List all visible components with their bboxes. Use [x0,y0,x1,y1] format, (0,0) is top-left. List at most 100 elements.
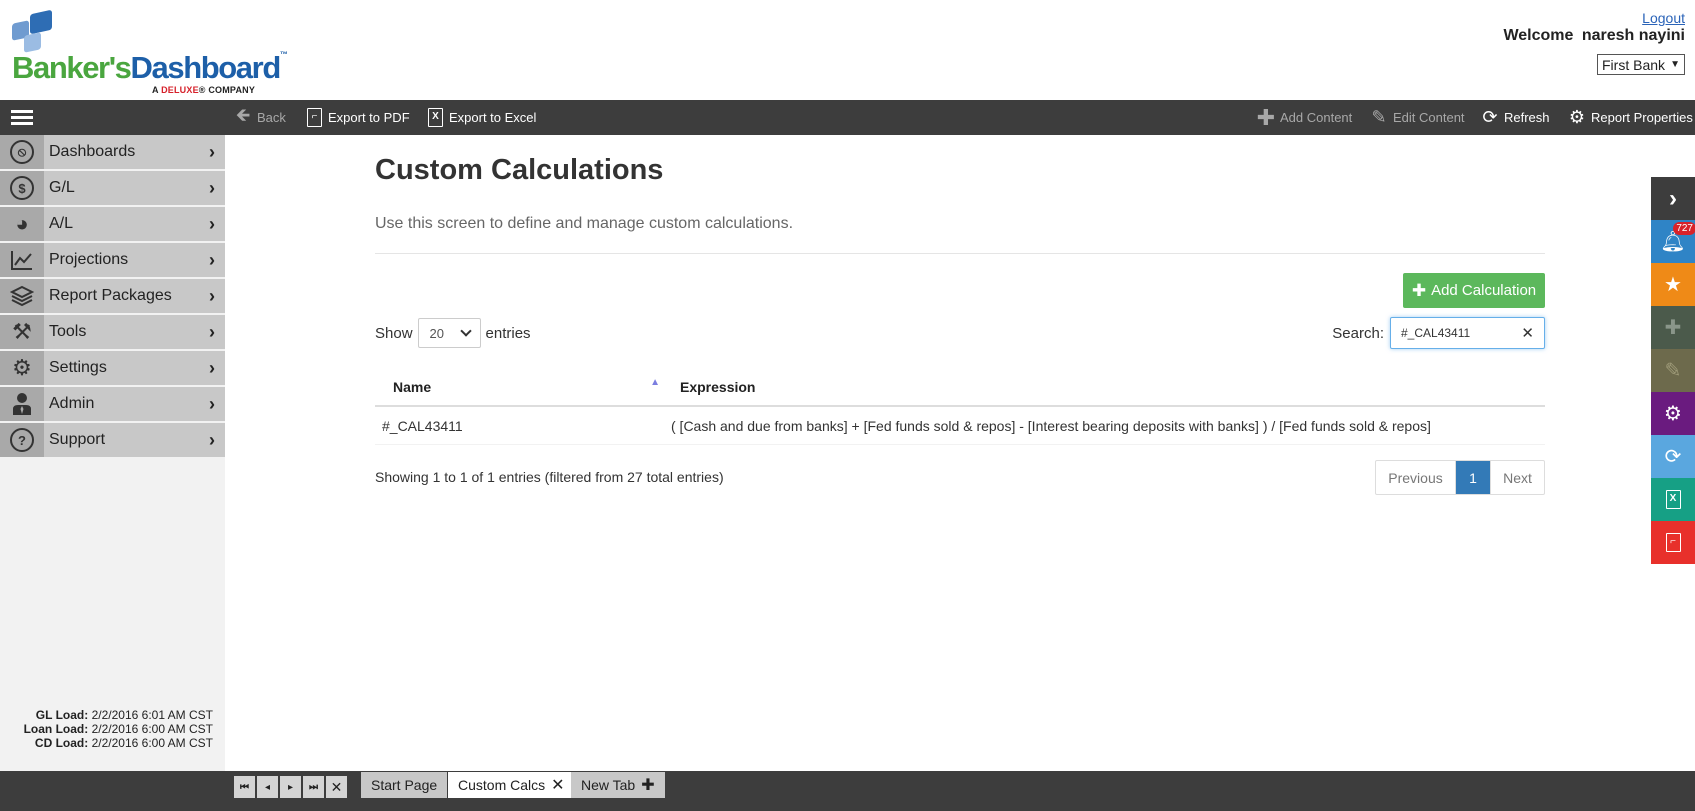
excel-file-icon: X [428,108,443,127]
chevron-right-icon: › [1669,184,1677,212]
right-rail: › 🔔︎ 727 ★ ✚ ✎ ⚙ ⟳ X ⌐ [1651,177,1695,564]
next-page-button[interactable]: Next [1490,461,1544,494]
sidebar-item-report-packages[interactable]: Report Packages › [0,279,225,313]
plus-icon: ✚ [1411,280,1427,300]
table-header: Name ▲ Expression [375,368,1545,407]
app-header: Banker'sDashboard™ A DELUXE® COMPANY Log… [0,0,1695,100]
bankers-dashboard-logo[interactable]: Banker'sDashboard™ A DELUXE® COMPANY [10,8,288,95]
logo-mark-icon [12,9,58,53]
page-length-select[interactable]: 20 [417,318,481,348]
calculations-table: Name ▲ Expression #_CAL43411 ( [Cash and … [375,368,1545,445]
rail-edit-button[interactable]: ✎ [1651,349,1695,392]
sidebar-item-dashboards[interactable]: ⦸ Dashboards › [0,135,225,169]
bank-select[interactable]: First Bank ▼ [1597,54,1685,75]
pie-chart-icon: ◕ [15,211,29,236]
dollar-icon: $ [10,176,34,200]
page-1-button[interactable]: 1 [1456,461,1490,494]
sidebar-item-tools[interactable]: ⚒ Tools › [0,315,225,349]
gl-load: GL Load: 2/2/2016 6:01 AM CST [35,708,213,722]
page-title: Custom Calculations [375,154,664,186]
logo-tagline: A DELUXE® COMPANY [152,85,256,95]
table-search: Search: #_CAL43411 ✕ [1332,317,1545,349]
question-icon: ? [10,428,34,452]
close-all-tabs-icon[interactable]: ✕ [326,776,347,798]
chevron-right-icon: › [209,177,215,198]
add-content-button[interactable]: ✚ Add Content [1256,100,1353,135]
export-pdf-button[interactable]: ⌐ Export to PDF [307,100,410,135]
chevron-right-icon: › [209,285,215,306]
column-header-name[interactable]: Name ▲ [375,368,670,405]
chevron-right-icon: › [209,429,215,450]
menu-icon[interactable] [11,110,33,126]
chevron-down-icon: ▼ [1670,59,1680,70]
sidebar: ⦸ Dashboards › $ G/L › ◕ A/L › Projectio… [0,135,225,771]
previous-page-button[interactable]: Previous [1376,461,1456,494]
refresh-icon: ⟳ [1664,446,1682,468]
sidebar-item-support[interactable]: ? Support › [0,423,225,457]
pencil-icon: ✎ [1664,360,1682,382]
rail-add-button[interactable]: ✚ [1651,306,1695,349]
first-tab-icon[interactable]: ⏮ [234,776,255,798]
user-name: naresh nayini [1581,27,1685,44]
pdf-file-icon: ⌐ [1665,533,1681,552]
back-button[interactable]: 🡸 Back [233,100,286,135]
chevron-right-icon: › [209,357,215,378]
cell-name[interactable]: #_CAL43411 [375,407,670,444]
chevron-right-icon: › [209,249,215,270]
rail-pdf-button[interactable]: ⌐ [1651,521,1695,564]
sidebar-item-projections[interactable]: Projections › [0,243,225,277]
notification-count-badge: 727 [1673,222,1695,235]
add-calculation-button[interactable]: ✚ Add Calculation [1403,273,1545,308]
previous-tab-icon[interactable]: ◂ [257,776,278,798]
chevron-right-icon: › [209,393,215,414]
rail-expand-button[interactable]: › [1651,177,1695,220]
plus-icon[interactable]: ✚ [641,775,654,795]
user-suit-icon [13,393,31,415]
chevron-right-icon: › [209,213,215,234]
tab-custom-calcs[interactable]: Custom Calcs ✕ [448,772,575,798]
tab-navigation: ⏮ ◂ ▸ ⏭ ✕ [234,776,349,798]
sidebar-item-settings[interactable]: ⚙ Settings › [0,351,225,385]
pencil-icon: ✎ [1371,107,1387,127]
export-excel-button[interactable]: X Export to Excel [428,100,536,135]
logo-wordmark: Banker'sDashboard™ [12,50,288,85]
pdf-file-icon: ⌐ [307,108,322,127]
back-arrow-icon: 🡸 [235,104,251,125]
last-tab-icon[interactable]: ⏭ [303,776,324,798]
tab-start-page[interactable]: Start Page [361,772,448,798]
clear-search-icon[interactable]: ✕ [1521,324,1534,342]
next-tab-icon[interactable]: ▸ [280,776,301,798]
cd-load: CD Load: 2/2/2016 6:00 AM CST [34,736,213,750]
logout-link[interactable]: Logout [1642,10,1685,26]
pagination: Previous 1 Next [1375,460,1545,495]
plus-icon: ✚ [1664,317,1682,339]
rail-settings-button[interactable]: ⚙ [1651,392,1695,435]
gear-icon: ⚙ [1568,107,1586,127]
tab-new-tab[interactable]: New Tab ✚ [571,772,665,798]
gear-icon: ⚙ [12,355,32,380]
chevron-right-icon: › [209,141,215,162]
edit-content-button[interactable]: ✎ Edit Content [1369,100,1464,135]
column-header-expression[interactable]: Expression [670,368,1545,405]
rail-excel-button[interactable]: X [1651,478,1695,521]
rail-favorites-button[interactable]: ★ [1651,263,1695,306]
rail-refresh-button[interactable]: ⟳ [1651,435,1695,478]
refresh-button[interactable]: ⟳ Refresh [1480,100,1549,135]
page-description: Use this screen to define and manage cus… [375,215,794,232]
sort-ascending-icon: ▲ [650,377,660,388]
page-length-control: Show 20 entries [375,318,531,348]
search-input[interactable]: #_CAL43411 ✕ [1390,317,1545,349]
sidebar-item-admin[interactable]: Admin › [0,387,225,421]
sidebar-item-gl[interactable]: $ G/L › [0,171,225,205]
chevron-right-icon: › [209,321,215,342]
rail-notifications-button[interactable]: 🔔︎ 727 [1651,220,1695,263]
divider [375,253,1545,254]
compass-icon: ⦸ [10,140,34,164]
report-properties-button[interactable]: ⚙ Report Properties [1567,100,1693,135]
table-row[interactable]: #_CAL43411 ( [Cash and due from banks] +… [375,407,1545,445]
close-tab-icon[interactable]: ✕ [551,775,564,795]
plus-icon: ✚ [1256,104,1276,130]
sidebar-item-al[interactable]: ◕ A/L › [0,207,225,241]
bottom-tab-bar: ⏮ ◂ ▸ ⏭ ✕ Start Page Custom Calcs ✕ New T… [0,771,1695,811]
welcome-message: Welcome naresh nayini [1503,27,1685,44]
